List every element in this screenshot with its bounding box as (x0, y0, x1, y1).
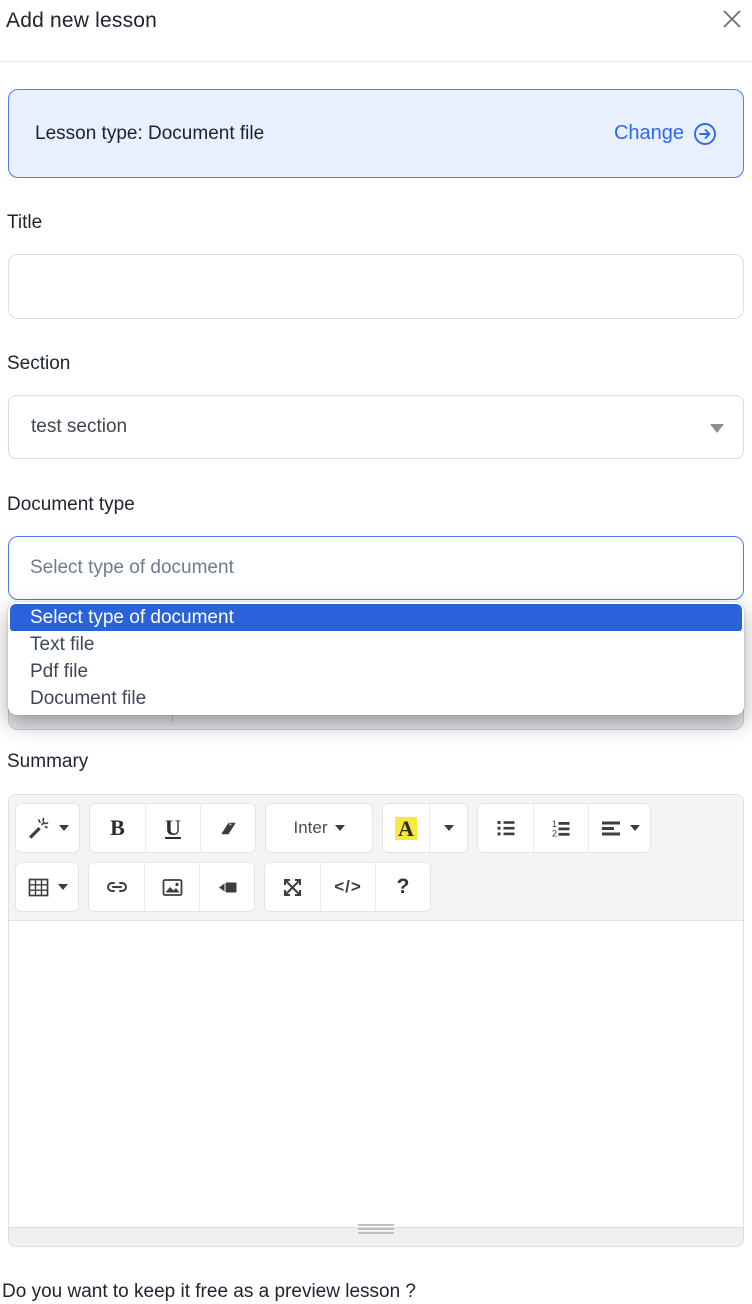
title-input[interactable] (8, 254, 744, 319)
lesson-type-banner: Lesson type: Document file Change (8, 89, 744, 178)
close-icon (720, 7, 744, 31)
source-code-button[interactable]: </> (320, 863, 375, 911)
group-tools: </> ? (264, 862, 431, 912)
eraser-icon (216, 816, 240, 840)
document-type-placeholder: Select type of document (30, 557, 234, 579)
dropdown-option[interactable]: Select type of document (10, 604, 742, 631)
header-divider (0, 61, 752, 62)
caret-down-icon (59, 825, 69, 831)
group-font: Inter (265, 803, 373, 853)
group-text-style: B U (89, 803, 256, 853)
chevron-down-icon (710, 424, 724, 433)
table-button[interactable] (16, 863, 78, 911)
change-label: Change (614, 122, 684, 145)
underline-button[interactable]: U (145, 804, 200, 852)
caret-down-icon (58, 884, 68, 890)
video-button[interactable] (199, 863, 254, 911)
group-color: A (382, 803, 468, 853)
group-media (88, 862, 255, 912)
video-icon (215, 875, 240, 900)
svg-text:1: 1 (552, 819, 557, 829)
close-button[interactable] (720, 7, 744, 31)
align-icon (599, 816, 623, 840)
preview-lesson-question: Do you want to keep it free as a preview… (2, 1281, 752, 1303)
toolbar-row-1: B U Inter (15, 803, 737, 853)
document-type-select[interactable]: Select type of document (8, 536, 744, 600)
modal-header: Add new lesson (0, 0, 752, 33)
editor-statusbar (9, 1227, 743, 1246)
font-family-value: Inter (293, 818, 327, 838)
source-code-icon: </> (334, 877, 362, 897)
bold-icon: B (110, 815, 125, 841)
bold-button[interactable]: B (90, 804, 145, 852)
link-icon (104, 874, 130, 900)
dropdown-option[interactable]: Document file (10, 685, 742, 712)
magic-wand-icon (26, 815, 52, 841)
align-button[interactable] (588, 804, 650, 852)
font-family-button[interactable]: Inter (266, 804, 372, 852)
table-icon (26, 875, 51, 900)
document-type-field: Select type of document Select type of d… (8, 536, 744, 600)
fullscreen-button[interactable] (265, 863, 320, 911)
link-button[interactable] (89, 863, 144, 911)
summary-editor-workspace[interactable] (9, 921, 743, 1227)
summary-label: Summary (7, 750, 752, 774)
group-table (15, 862, 79, 912)
resize-handle-icon[interactable] (358, 1222, 394, 1236)
font-color-button[interactable]: A (383, 804, 429, 852)
eraser-button[interactable] (200, 804, 255, 852)
section-label: Section (7, 352, 752, 376)
font-color-caret-button[interactable] (429, 804, 467, 852)
image-button[interactable] (144, 863, 199, 911)
lesson-type-label: Lesson type: Document file (35, 123, 264, 145)
dropdown-option[interactable]: Pdf file (10, 658, 742, 685)
section-select-value: test section (31, 416, 127, 438)
magic-wand-button[interactable] (16, 804, 79, 852)
change-lesson-type-button[interactable]: Change (614, 122, 717, 146)
group-lists: 1 2 (477, 803, 651, 853)
caret-down-icon (335, 825, 345, 831)
title-label: Title (7, 211, 752, 235)
svg-text:2: 2 (552, 829, 557, 839)
summary-rich-text-editor: B U Inter (8, 794, 744, 1247)
toolbar-row-2: </> ? (15, 862, 737, 912)
document-type-label: Document type (7, 493, 752, 517)
ordered-list-icon: 1 2 (549, 816, 573, 840)
dropdown-option[interactable]: Text file (10, 631, 742, 658)
caret-down-icon (630, 825, 640, 831)
section-select[interactable]: test section (8, 395, 744, 459)
unordered-list-icon (494, 816, 518, 840)
group-paragraph (15, 803, 80, 853)
modal-title: Add new lesson (6, 9, 746, 33)
unordered-list-button[interactable] (478, 804, 533, 852)
font-color-icon: A (395, 817, 417, 840)
document-type-dropdown: Select type of documentText filePdf file… (8, 602, 744, 715)
editor-toolbar: B U Inter (9, 795, 743, 921)
help-button[interactable]: ? (375, 863, 430, 911)
fullscreen-icon (280, 875, 305, 900)
help-icon: ? (397, 875, 410, 899)
underline-icon: U (165, 815, 181, 841)
ordered-list-button[interactable]: 1 2 (533, 804, 588, 852)
arrow-right-circle-icon (693, 122, 717, 146)
image-icon (160, 875, 185, 900)
caret-down-icon (444, 825, 454, 831)
